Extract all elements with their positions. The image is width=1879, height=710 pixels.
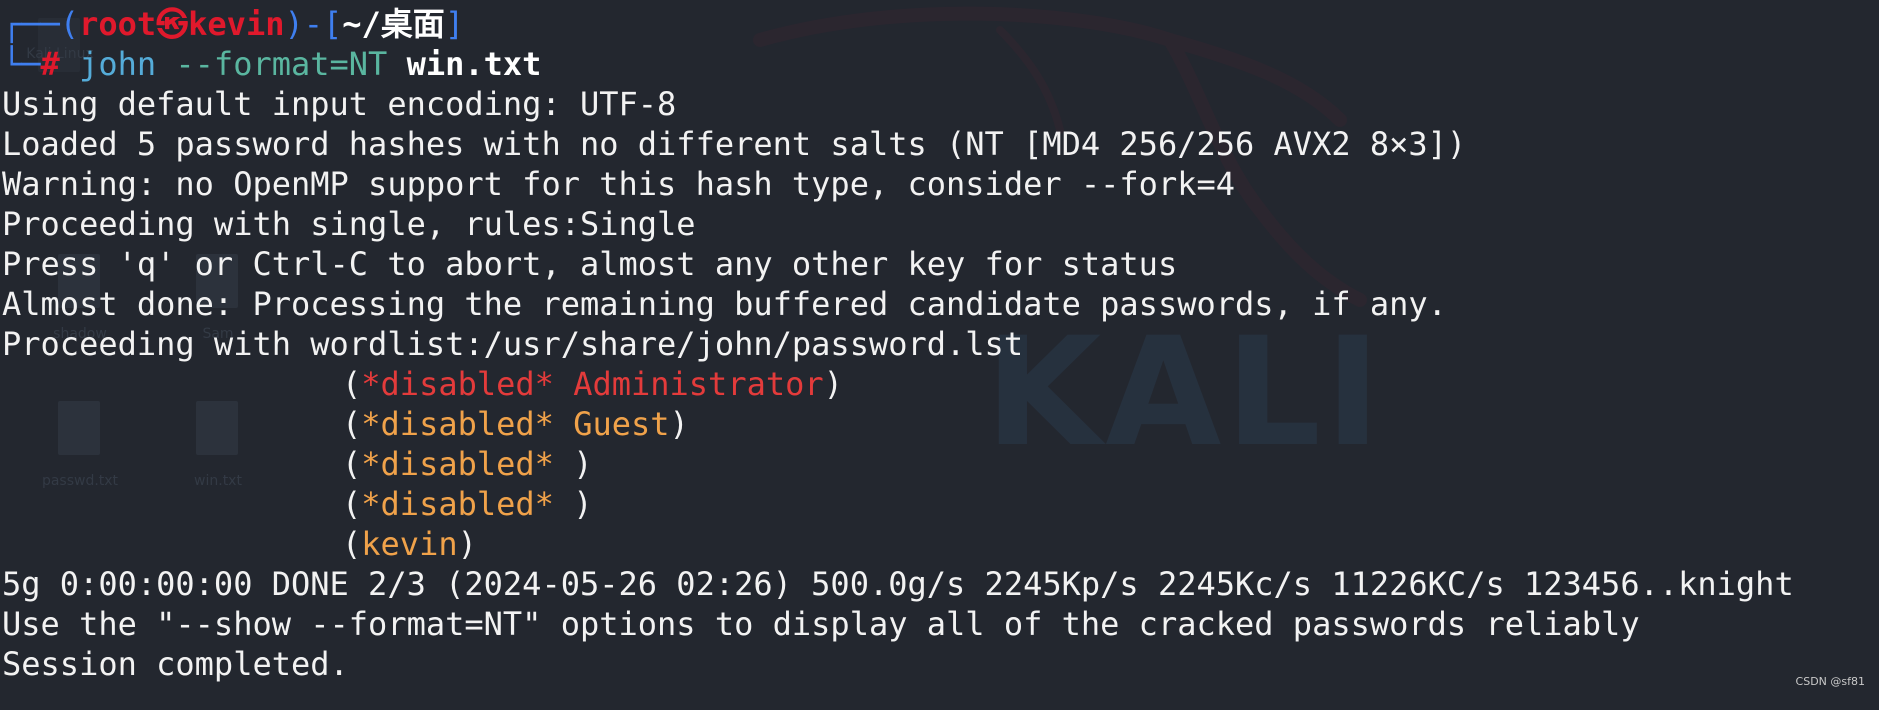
cracked-password-row: (*disabled* Guest): [342, 405, 689, 443]
output-line: Proceeding with single, rules:Single: [2, 205, 696, 243]
prompt-separator: )-[: [284, 5, 343, 43]
prompt-path: ~/桌面: [342, 5, 445, 43]
terminal-window[interactable]: KALI Kali Linux shadow Sam passwd.txt wi…: [0, 0, 1879, 710]
cracked-account-label: kevin: [361, 525, 458, 563]
output-line: Proceeding with wordlist:/usr/share/john…: [2, 325, 1024, 363]
command-file-arg: win.txt: [406, 45, 542, 83]
cracked-account-label: *disabled*: [361, 485, 574, 523]
cracked-account-label: *disabled*: [361, 445, 574, 483]
terminal-output[interactable]: ┌──(root㉿kevin)-[~/桌面] └─# john --format…: [2, 4, 1794, 684]
cracked-password-row: (*disabled* ): [342, 485, 593, 523]
command-option: --format=NT: [175, 45, 388, 83]
csdn-watermark: CSDN @sf81: [1795, 675, 1865, 688]
status-line: 5g 0:00:00:00 DONE 2/3 (2024-05-26 02:26…: [2, 565, 1794, 603]
prompt-bracket-close: ]: [444, 5, 465, 43]
output-line: Almost done: Processing the remaining bu…: [2, 285, 1447, 323]
output-line: Using default input encoding: UTF-8: [2, 85, 677, 123]
prompt-user: root: [79, 5, 157, 43]
output-line: Warning: no OpenMP support for this hash…: [2, 165, 1235, 203]
cracked-password-row: (kevin): [342, 525, 477, 563]
root-prompt-sign: #: [40, 45, 60, 83]
cracked-password-row: (*disabled* Administrator): [342, 365, 843, 403]
cracked-account-label: *disabled* Guest: [361, 405, 670, 443]
cracked-password-row: (*disabled* ): [342, 445, 593, 483]
command-line[interactable]: └─# john --format=NT win.txt: [2, 44, 1794, 84]
prompt-corner-bottom: └─: [2, 45, 41, 83]
kali-skull-icon: ㉿: [156, 5, 189, 43]
session-complete-line: Session completed.: [2, 645, 349, 683]
output-line: Press 'q' or Ctrl-C to abort, almost any…: [2, 245, 1178, 283]
output-line: Use the "--show --format=NT" options to …: [2, 605, 1640, 643]
command-program: john: [79, 45, 157, 83]
prompt-line: ┌──(root㉿kevin)-[~/桌面]: [2, 4, 1794, 44]
output-line: Loaded 5 password hashes with no differe…: [2, 125, 1467, 163]
cracked-account-label: *disabled* Administrator: [361, 365, 824, 403]
prompt-host: kevin: [188, 5, 285, 43]
prompt-corner: ┌──(: [2, 5, 80, 43]
